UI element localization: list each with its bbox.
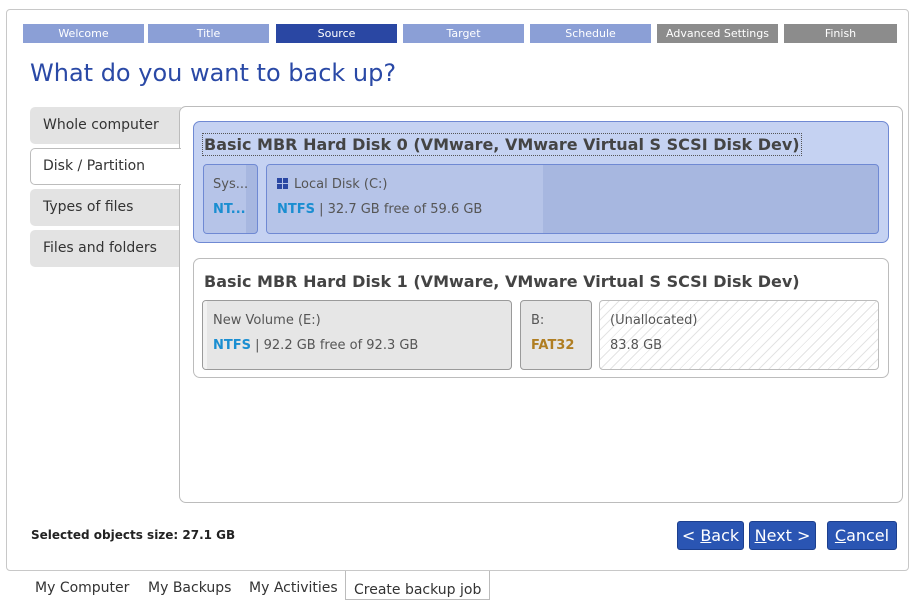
partition-size: 83.8 GB [610,338,663,353]
partition-label: Sys... [213,177,249,192]
partition-filesystem: NTFS [213,338,251,353]
partition-label: Local Disk (C:) [277,177,387,192]
back-rest: ack [711,526,740,545]
next-button[interactable]: Next > [749,521,816,550]
cancel-accel-key: C [834,526,847,545]
disk-1-title: Basic MBR Hard Disk 1 (VMware, VMware Vi… [204,272,800,291]
partition-filesystem: NT... [213,202,246,217]
partition-usage-fill [267,165,543,233]
tab-create-backup-job[interactable]: Create backup job [345,571,491,600]
step-title: Title [148,24,269,43]
disk-0[interactable]: Basic MBR Hard Disk 0 (VMware, VMware Vi… [193,121,889,243]
step-schedule: Schedule [530,24,651,43]
tab-disk-partition[interactable]: Disk / Partition [30,148,181,185]
back-prefix: < [681,526,701,545]
back-button[interactable]: < Back [677,521,744,550]
partition-filesystem: FAT32 [531,338,575,353]
windows-icon [277,178,288,189]
partition-label-text: Local Disk (C:) [294,177,388,192]
cancel-button[interactable]: Cancel [827,521,897,550]
next-accel-key: N [754,526,767,545]
step-target: Target [403,24,524,43]
step-advanced-settings: Advanced Settings [657,24,778,43]
disk-list: Basic MBR Hard Disk 0 (VMware, VMware Vi… [179,106,903,503]
partition-local-disk-c[interactable]: Local Disk (C:) NTFS | 32.7 GB free of 5… [266,164,879,234]
tab-my-activities[interactable]: My Activities [249,580,338,596]
tab-whole-computer[interactable]: Whole computer [30,107,181,144]
partition-filesystem: NTFS [277,202,315,217]
back-accel-key: B [700,526,712,545]
partition-new-volume-e[interactable]: New Volume (E:) NTFS | 92.2 GB free of 9… [202,300,512,370]
step-source: Source [276,24,397,43]
tab-files-and-folders[interactable]: Files and folders [30,230,181,267]
partition-info: NTFS | 92.2 GB free of 92.3 GB [213,338,418,353]
partition-info: NT... [213,202,246,217]
partition-system-reserved[interactable]: Sys... NT... [203,164,258,234]
tab-my-backups[interactable]: My Backups [148,580,231,596]
partition-info: NTFS | 32.7 GB free of 59.6 GB [277,202,482,217]
next-rest: ext > [766,526,811,545]
step-welcome: Welcome [23,24,144,43]
tab-types-of-files[interactable]: Types of files [30,189,181,226]
page-title: What do you want to back up? [30,59,397,87]
partition-space: | 32.7 GB free of 59.6 GB [315,202,483,217]
partition-label: B: [531,313,545,328]
partition-b[interactable]: B: FAT32 [520,300,592,370]
partition-space: | 92.2 GB free of 92.3 GB [251,338,419,353]
partition-unallocated[interactable]: (Unallocated) 83.8 GB [599,300,879,370]
selected-size: Selected objects size: 27.1 GB [31,528,236,542]
partition-info: FAT32 [531,338,574,353]
cancel-rest: ancel [846,526,890,545]
disk-0-title: Basic MBR Hard Disk 0 (VMware, VMware Vi… [202,133,802,156]
partition-label: (Unallocated) [610,313,698,328]
tab-my-computer[interactable]: My Computer [35,580,129,596]
partition-usage-fill [203,301,207,369]
partition-label: New Volume (E:) [213,313,321,328]
partition-usage-fill [204,165,246,233]
step-finish: Finish [784,24,897,43]
disk-1[interactable]: Basic MBR Hard Disk 1 (VMware, VMware Vi… [193,258,889,378]
